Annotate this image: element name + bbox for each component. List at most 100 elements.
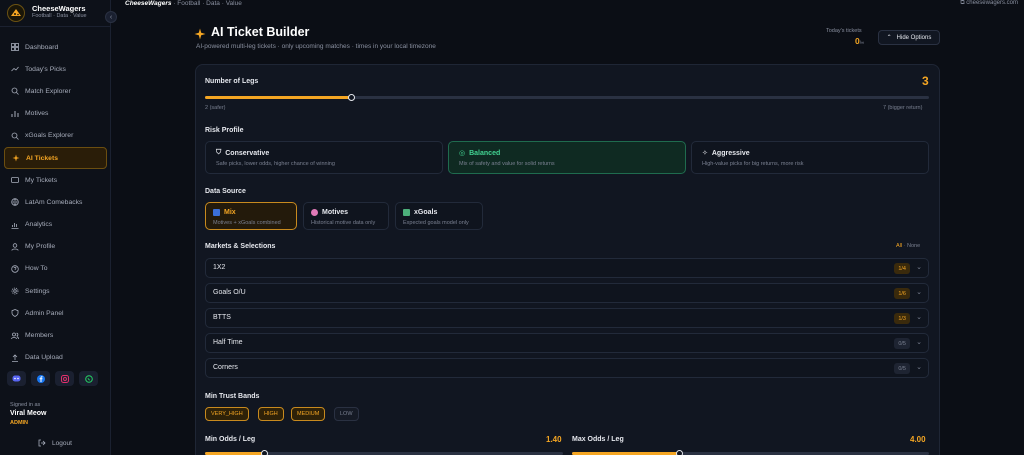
- dashboard-icon: [11, 43, 19, 51]
- chevron-down-icon: ⌄: [916, 264, 922, 271]
- sidebar-item-my-tickets[interactable]: My Tickets: [4, 169, 107, 191]
- chevron-down-icon: ⌄: [916, 314, 922, 321]
- risk-option-balanced[interactable]: ◎ Balanced Mix of safety and value for so…: [448, 141, 686, 174]
- risk-option-conservative[interactable]: ⛉ Conservative Safe picks, lower odds, hi…: [205, 141, 443, 174]
- data-source-label: Data Source: [205, 188, 246, 195]
- brain-icon: [311, 209, 318, 216]
- max-odds-value: 4.00: [910, 435, 926, 444]
- market-name: Half Time: [213, 339, 243, 346]
- sparkle-icon: [12, 154, 20, 162]
- site-link[interactable]: ⧉ cheesewagers.com: [960, 0, 1018, 7]
- trust-band-very-high[interactable]: VERY_HIGH: [205, 407, 249, 421]
- brand: CheeseWagers Football · Data · Value: [0, 0, 111, 27]
- trust-bands-label: Min Trust Bands: [205, 393, 260, 400]
- search-icon: [11, 88, 19, 96]
- upload-icon: [12, 354, 18, 362]
- sidebar-item-latam-comebacks[interactable]: LatAm Comebacks: [4, 191, 107, 213]
- selection-count-badge: 0/5: [894, 338, 910, 349]
- sidebar-item-settings[interactable]: Settings: [4, 280, 107, 302]
- selection-count-badge: 0/5: [894, 363, 910, 374]
- todays-tickets-label: Today's tickets: [826, 28, 862, 34]
- help-icon: [11, 265, 19, 273]
- sidebar-item-label: My Tickets: [25, 176, 58, 184]
- collapse-sidebar-button[interactable]: ‹: [105, 11, 117, 23]
- sidebar-item-analytics[interactable]: Analytics: [4, 214, 107, 236]
- breadcrumb-app[interactable]: CheeseWagers: [125, 0, 172, 7]
- legs-slider-handle[interactable]: [347, 94, 355, 101]
- whatsapp-icon[interactable]: [79, 371, 98, 386]
- sidebar-item-match-explorer[interactable]: Match Explorer: [4, 80, 107, 102]
- risk-option-desc: Mix of safety and value for solid return…: [459, 161, 555, 167]
- source-option-title: xGoals: [414, 209, 438, 216]
- risk-option-desc: Safe picks, lower odds, higher chance of…: [216, 161, 335, 167]
- source-option-mix[interactable]: Mix Motives + xGoals combined: [205, 202, 297, 230]
- trust-band-medium[interactable]: MEDIUM: [291, 407, 326, 421]
- trust-band-low[interactable]: LOW: [334, 407, 359, 421]
- source-option-motives[interactable]: Motives Historical motive data only: [303, 202, 389, 230]
- sidebar-item-today-s-picks[interactable]: Today's Picks: [4, 58, 107, 80]
- market-row-goals-o-u[interactable]: Goals O/U 1/6 ⌄: [205, 283, 929, 303]
- analytics-icon: [11, 222, 19, 229]
- sidebar-item-admin-panel[interactable]: Admin Panel: [4, 302, 107, 324]
- facebook-icon[interactable]: [31, 371, 50, 386]
- legs-value: 3: [922, 74, 929, 88]
- users-icon: [11, 332, 19, 339]
- trust-band-high[interactable]: HIGH: [258, 407, 284, 421]
- market-row-half-time[interactable]: Half Time 0/5 ⌄: [205, 333, 929, 353]
- sidebar-item-motives[interactable]: Motives: [4, 103, 107, 125]
- page-title: AI Ticket Builder: [211, 25, 310, 39]
- mix-icon: [213, 209, 220, 216]
- gear-icon: [11, 287, 19, 295]
- globe-icon: [11, 198, 19, 207]
- trending-icon: [11, 67, 19, 72]
- sidebar-item-my-profile[interactable]: My Profile: [4, 236, 107, 258]
- chevron-down-icon: ⌄: [916, 339, 922, 346]
- sidebar-item-data-upload[interactable]: Data Upload: [4, 347, 107, 369]
- brand-tagline: Football · Data · Value: [32, 13, 87, 19]
- hide-options-button[interactable]: ⌃ Hide Options: [878, 30, 940, 45]
- selection-count-badge: 1/3: [894, 313, 910, 324]
- instagram-icon[interactable]: [55, 371, 74, 386]
- market-name: 1X2: [213, 264, 226, 271]
- signed-in-label: Signed in as: [10, 402, 41, 408]
- breadcrumb-rest: · Football · Data · Value: [173, 0, 242, 7]
- source-option-xgoals[interactable]: xGoals Expected goals model only: [395, 202, 483, 230]
- shield-icon: ⛉: [216, 149, 222, 156]
- sidebar-item-label: My Profile: [25, 243, 56, 251]
- user-role-badge: ADMIN: [10, 420, 29, 426]
- logo-icon: [7, 4, 25, 22]
- sidebar-item-how-to[interactable]: How To: [4, 258, 107, 280]
- logout-button[interactable]: Logout: [38, 439, 72, 447]
- sidebar-item-dashboard[interactable]: Dashboard: [4, 36, 107, 58]
- shield-icon: [11, 309, 19, 318]
- sidebar-item-label: LatAm Comebacks: [25, 198, 83, 206]
- min-odds-slider-handle[interactable]: [261, 450, 268, 455]
- select-all-link[interactable]: All: [896, 243, 902, 249]
- source-option-desc: Historical motive data only: [311, 220, 376, 226]
- legs-slider[interactable]: [205, 94, 929, 101]
- selection-count-badge: 1/6: [894, 288, 910, 299]
- market-row-btts[interactable]: BTTS 1/3 ⌄: [205, 308, 929, 328]
- select-none-link[interactable]: None: [907, 243, 920, 249]
- sidebar-item-label: How To: [25, 265, 48, 273]
- sidebar-item-members[interactable]: Members: [4, 324, 107, 346]
- chevron-down-icon: ⌄: [916, 364, 922, 371]
- market-name: Goals O/U: [213, 289, 246, 296]
- sidebar-item-ai-tickets[interactable]: AI Tickets: [4, 146, 107, 170]
- sidebar-nav: Dashboard Today's Picks Match Explorer Moti…: [4, 36, 107, 369]
- risk-option-aggressive[interactable]: ✧ Aggressive High-value picks for big ret…: [691, 141, 929, 174]
- sidebar-item-label: Members: [25, 332, 54, 340]
- breadcrumb: CheeseWagers · Football · Data · Value: [125, 0, 242, 7]
- sidebar-item-xgoals-explorer[interactable]: xGoals Explorer: [4, 125, 107, 147]
- todays-tickets-count: 0/∞: [855, 36, 864, 46]
- chevron-up-icon: ⌃: [886, 35, 892, 41]
- market-row-corners[interactable]: Corners 0/5 ⌄: [205, 358, 929, 378]
- top-bar: CheeseWagers · Football · Data · Value ⧉…: [111, 0, 1024, 10]
- sidebar-item-label: Motives: [25, 110, 49, 118]
- risk-option-title: Conservative: [225, 149, 270, 157]
- discord-icon[interactable]: [7, 371, 26, 386]
- max-odds-slider-handle[interactable]: [676, 450, 683, 455]
- social-links: [7, 371, 98, 386]
- market-row-1x2[interactable]: 1X2 1/4 ⌄: [205, 258, 929, 278]
- sidebar-item-label: Settings: [25, 287, 50, 295]
